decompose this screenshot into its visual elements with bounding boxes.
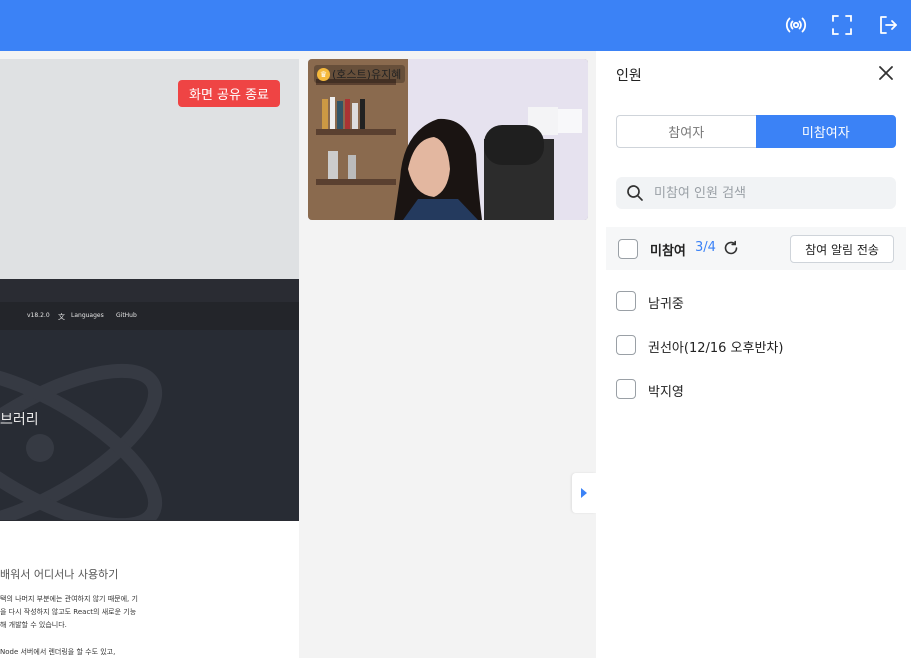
- screen-share-view: 화면 공유 종료 v18.2.0 文 Languages GitHub 브러리: [0, 59, 299, 658]
- absent-count: 3/4: [695, 240, 716, 255]
- top-bar: [0, 0, 911, 51]
- panel-title: 인원: [616, 68, 642, 84]
- send-join-reminder-button[interactable]: 참여 알림 전송: [790, 235, 894, 263]
- list-item[interactable]: 남귀중: [616, 286, 896, 316]
- shared-doc-line: Node 서버에서 렌더링을 할 수도 있고,: [0, 648, 116, 656]
- shared-screen-content: v18.2.0 文 Languages GitHub 브러리 배워서 어디서나 …: [0, 279, 299, 658]
- shared-doc-line: 을 다시 작성하지 않고도 React의 새로운 기능: [0, 608, 137, 616]
- shared-version-text: v18.2.0: [27, 312, 50, 319]
- close-icon[interactable]: [876, 63, 896, 83]
- absent-label: 미참여: [650, 244, 686, 259]
- absent-summary-row: 미참여 3/4 참여 알림 전송: [606, 227, 906, 270]
- person-name: 박지영: [648, 385, 684, 400]
- participant-tabs: 참여자 미참여자: [616, 115, 896, 148]
- host-name-label: ♛ (호스트)유지혜: [314, 65, 406, 83]
- person-checkbox[interactable]: [616, 335, 636, 355]
- participants-panel: 인원 참여자 미참여자 미참여 3/4 참여 알림 전송 남귀중 권선아(12/…: [596, 51, 911, 658]
- exit-icon[interactable]: [874, 11, 902, 39]
- tab-participants[interactable]: 참여자: [616, 115, 756, 148]
- end-screen-share-button[interactable]: 화면 공유 종료: [178, 80, 280, 107]
- video-stage: 화면 공유 종료 v18.2.0 文 Languages GitHub 브러리: [0, 51, 596, 658]
- shared-hero-heading: 브러리: [0, 412, 39, 428]
- list-item[interactable]: 권선아(12/16 오후반차): [616, 330, 896, 360]
- host-name-text: (호스트)유지혜: [332, 68, 402, 81]
- search-box: [616, 177, 896, 209]
- crown-icon: ♛: [317, 67, 330, 81]
- list-item[interactable]: 박지영: [616, 374, 896, 404]
- svg-text:文: 文: [58, 312, 65, 320]
- person-name: 남귀중: [648, 297, 684, 312]
- panel-toggle-button[interactable]: [572, 473, 596, 513]
- shared-doc-line: 해 개발할 수 있습니다.: [0, 621, 67, 629]
- participant-video-tile[interactable]: ♛ (호스트)유지혜: [308, 59, 588, 220]
- shared-hero: 브러리: [0, 330, 299, 520]
- react-logo-graphic: [0, 363, 163, 520]
- refresh-icon[interactable]: [722, 239, 740, 257]
- webcam-frame: [308, 59, 588, 220]
- fullscreen-icon[interactable]: [828, 11, 856, 39]
- person-checkbox[interactable]: [616, 379, 636, 399]
- caret-right-icon: [581, 488, 587, 498]
- shared-languages-text: Languages: [71, 312, 104, 319]
- shared-github-text: GitHub: [116, 312, 137, 319]
- translate-icon: 文: [58, 312, 67, 322]
- broadcast-icon[interactable]: [782, 11, 810, 39]
- shared-doc-subtitle: 배워서 어디서나 사용하기: [0, 568, 119, 581]
- shared-document: 배워서 어디서나 사용하기 택의 나머지 부분에는 관여하지 않기 때문에, 기…: [0, 521, 299, 658]
- person-checkbox[interactable]: [616, 291, 636, 311]
- select-all-checkbox[interactable]: [618, 239, 638, 259]
- person-name: 권선아(12/16 오후반차): [648, 341, 784, 356]
- tab-non-participants[interactable]: 미참여자: [755, 115, 896, 148]
- shared-doc-line: 택의 나머지 부분에는 관여하지 않기 때문에, 기: [0, 595, 138, 603]
- search-input[interactable]: [654, 185, 884, 201]
- search-icon: [627, 185, 643, 201]
- shared-screen-nav: v18.2.0 文 Languages GitHub: [0, 302, 299, 330]
